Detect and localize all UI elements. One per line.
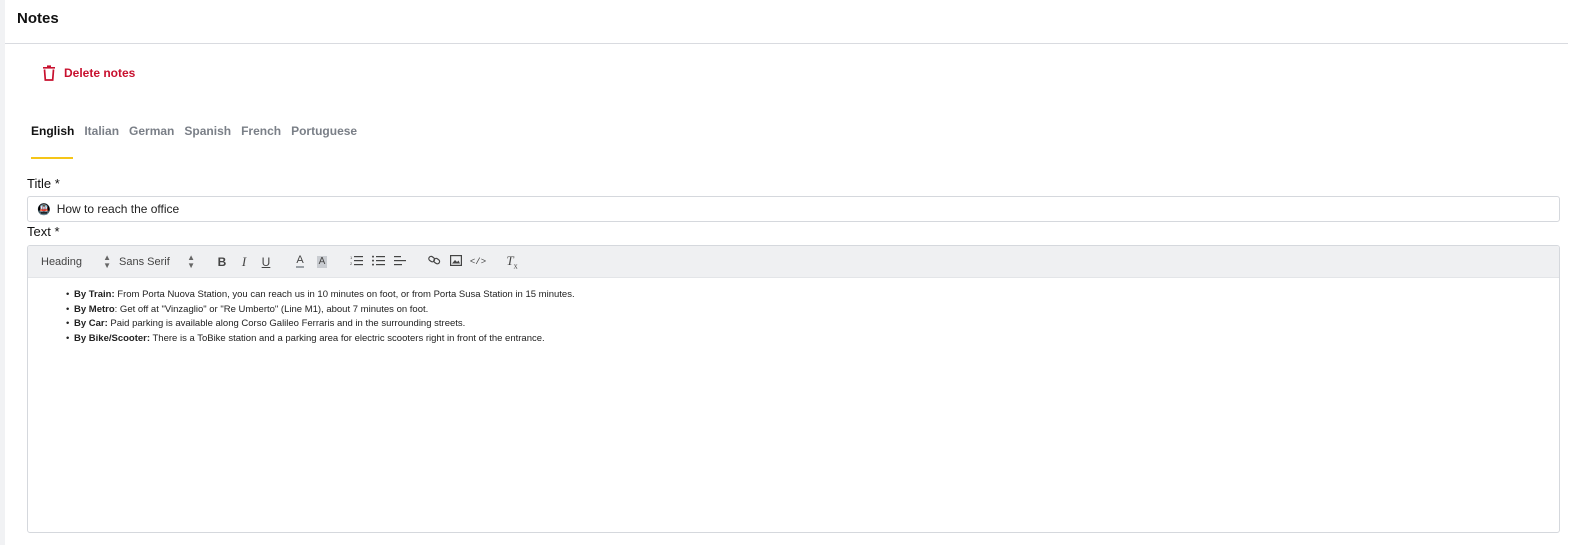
- editor-content[interactable]: By Train: From Porta Nuova Station, you …: [28, 278, 1559, 346]
- ordered-list-button[interactable]: 12: [345, 252, 367, 272]
- list-item-label: By Car:: [74, 318, 108, 329]
- list-item-text: : Get off at "Vinzaglio" or "Re Umberto"…: [114, 303, 429, 315]
- directions-list: By Train: From Porta Nuova Station, you …: [66, 288, 1559, 346]
- heading-select-value: Heading: [41, 255, 82, 268]
- clear-format-icon: Tx: [506, 252, 518, 271]
- page-title: Notes: [17, 10, 59, 27]
- background-color-icon: A: [316, 255, 328, 268]
- bold-button[interactable]: B: [211, 252, 233, 272]
- list-item-label: By Train:: [74, 289, 115, 300]
- code-icon: </>: [469, 256, 487, 267]
- editor-toolbar: Heading ▲▼ Sans Serif ▲▼ B I U A A 12: [28, 246, 1559, 278]
- list-item-text: Paid parking is available along Corso Ga…: [107, 318, 466, 329]
- list-item-label: By Metro: [74, 303, 115, 315]
- svg-text:2: 2: [350, 261, 353, 266]
- link-button[interactable]: [423, 252, 445, 272]
- underline-button[interactable]: U: [255, 252, 277, 272]
- align-button[interactable]: [389, 252, 411, 272]
- bullet-list-button[interactable]: [367, 252, 389, 272]
- bold-icon: B: [217, 254, 227, 269]
- svg-text:1: 1: [350, 255, 353, 260]
- tab-german[interactable]: German: [129, 122, 174, 140]
- list-item: By Train: From Porta Nuova Station, you …: [66, 288, 1559, 303]
- list-item: By Metro: Get off at "Vinzaglio" or "Re …: [66, 303, 1559, 318]
- font-select-value: Sans Serif: [119, 255, 170, 268]
- italic-button[interactable]: I: [233, 252, 255, 272]
- delete-notes-button[interactable]: Delete notes: [42, 63, 135, 83]
- delete-notes-label: Delete notes: [64, 66, 136, 80]
- tab-french[interactable]: French: [241, 122, 281, 140]
- bullet-list-icon: [371, 255, 385, 269]
- text-color-icon: A: [296, 254, 304, 268]
- select-arrows-icon: ▲ ▼: [187, 252, 195, 270]
- title-input-value: How to reach the office: [56, 202, 180, 216]
- list-item-text: There is a ToBike station and a parking …: [150, 332, 545, 344]
- clear-format-button[interactable]: Tx: [501, 252, 523, 272]
- italic-icon: I: [241, 253, 247, 269]
- divider: [5, 43, 1568, 44]
- text-color-button[interactable]: A: [289, 252, 311, 272]
- list-item: By Car: Paid parking is available along …: [66, 317, 1559, 332]
- align-icon: [393, 255, 407, 269]
- list-item-text: From Porta Nuova Station, you can reach …: [114, 289, 575, 300]
- list-item: By Bike/Scooter: There is a ToBike stati…: [66, 332, 1559, 347]
- rich-text-editor[interactable]: Heading ▲▼ Sans Serif ▲▼ B I U A A 12: [27, 245, 1560, 533]
- ordered-list-icon: 12: [350, 255, 363, 269]
- tab-italian[interactable]: Italian: [84, 122, 119, 140]
- metro-icon: 🚇: [37, 203, 51, 216]
- title-field-label: Title *: [27, 176, 60, 191]
- underline-icon: U: [261, 254, 271, 269]
- image-button[interactable]: [445, 252, 467, 272]
- link-icon: [427, 254, 441, 269]
- code-button[interactable]: </>: [467, 252, 489, 272]
- active-tab-indicator: [31, 157, 73, 159]
- background-color-button[interactable]: A: [311, 252, 333, 272]
- title-input[interactable]: 🚇 How to reach the office: [27, 196, 1560, 222]
- left-edge: [0, 0, 5, 545]
- list-item-label: By Bike/Scooter:: [74, 332, 151, 344]
- tab-english[interactable]: English: [31, 122, 74, 140]
- select-arrows-icon: ▲ ▼: [103, 252, 111, 270]
- text-field-label: Text *: [27, 224, 60, 239]
- tab-spanish[interactable]: Spanish: [184, 122, 231, 140]
- image-icon: [450, 254, 463, 269]
- tab-portuguese[interactable]: Portuguese: [291, 122, 357, 140]
- trash-icon: [42, 65, 56, 81]
- language-tabs: English Italian German Spanish French Po…: [31, 122, 357, 140]
- heading-select[interactable]: Heading ▲ ▼: [41, 252, 111, 270]
- font-select[interactable]: Sans Serif ▲ ▼: [119, 252, 195, 270]
